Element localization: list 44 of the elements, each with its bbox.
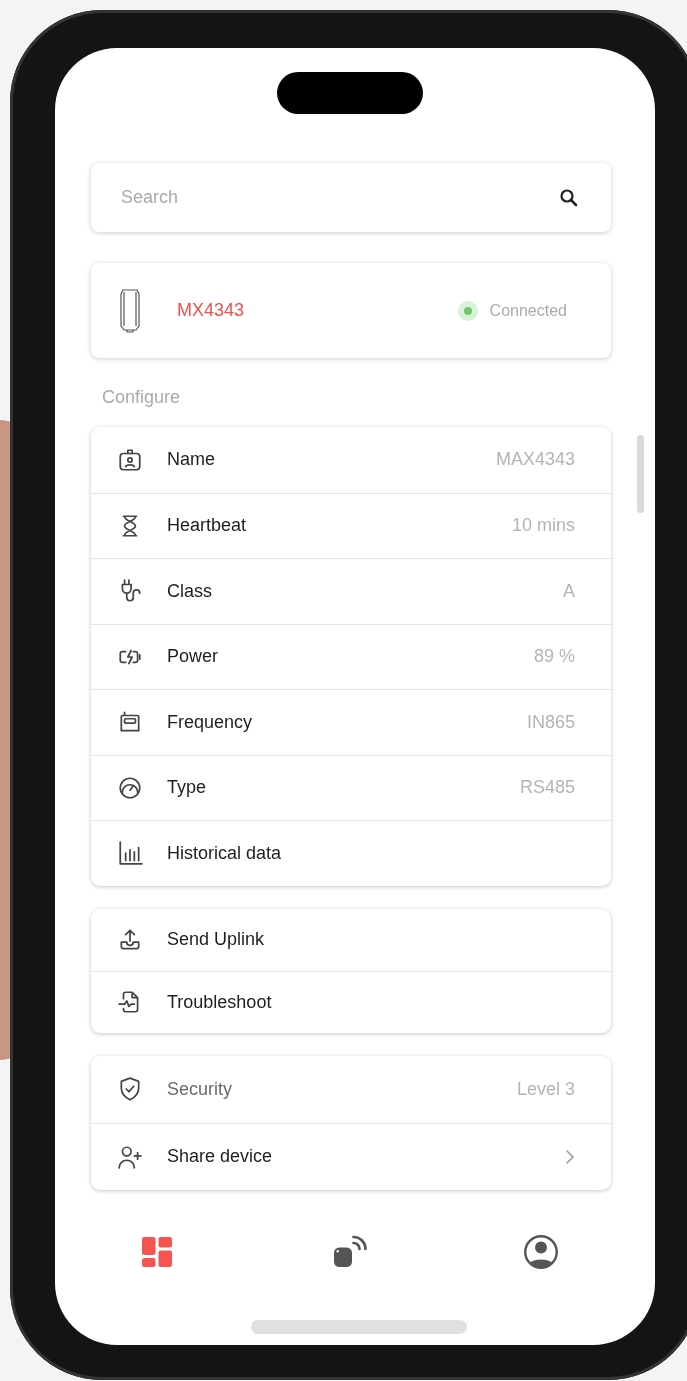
- search-icon: [559, 187, 579, 208]
- setting-label: Power: [167, 646, 220, 668]
- gauge-icon: [117, 774, 143, 801]
- device-card[interactable]: MX4343 Connected: [91, 263, 611, 358]
- setting-label: Send Uplink: [167, 929, 266, 950]
- setting-value: 89 %: [533, 646, 575, 668]
- setting-label: Heartbeat: [167, 515, 248, 537]
- setting-label: Historical data: [167, 842, 283, 864]
- setting-label: Share device: [167, 1146, 274, 1167]
- setting-label: Security: [167, 1078, 234, 1100]
- tab-bar-item[interactable]: [523, 1233, 559, 1270]
- settings-row[interactable]: Power 89 %: [91, 623, 611, 689]
- connection-status: Connected: [489, 301, 567, 320]
- id-badge-icon: [117, 446, 143, 473]
- shield-check-icon: [117, 1076, 143, 1102]
- chevron-right-icon: [565, 1148, 575, 1165]
- settings-row[interactable]: Send Uplink: [91, 908, 611, 971]
- setting-value: A: [563, 580, 575, 602]
- tab-bar-item[interactable]: [331, 1233, 367, 1270]
- account-icon: [523, 1233, 559, 1270]
- settings-row[interactable]: Share device: [91, 1122, 611, 1190]
- setting-value: 10 mins: [511, 515, 575, 537]
- settings-row[interactable]: Historical data: [91, 820, 611, 886]
- settings-row[interactable]: Name MAX4343: [91, 427, 611, 493]
- settings-row[interactable]: Frequency IN865: [91, 689, 611, 755]
- setting-label: Troubleshoot: [167, 991, 273, 1013]
- tracker-signal-icon: [331, 1233, 367, 1270]
- setting-label: Frequency: [167, 711, 254, 733]
- setting-label: Type: [167, 777, 208, 799]
- bar-chart-icon: [117, 840, 143, 867]
- device-icon: [119, 287, 141, 334]
- setting-value: Level 3: [516, 1078, 575, 1100]
- device-name: MX4343: [177, 300, 246, 321]
- section-heading: Configure: [102, 386, 182, 408]
- settings-row[interactable]: Type RS485: [91, 754, 611, 820]
- setting-label: Name: [167, 449, 216, 471]
- add-user-icon: [117, 1143, 143, 1170]
- settings-row[interactable]: Heartbeat 10 mins: [91, 492, 611, 558]
- setting-label: Class: [167, 580, 213, 602]
- setting-value: MAX4343: [495, 449, 575, 471]
- settings-row[interactable]: Troubleshoot: [91, 970, 611, 1033]
- settings-row[interactable]: Class A: [91, 558, 611, 624]
- setting-value: RS485: [519, 777, 575, 799]
- setting-value: IN865: [526, 711, 575, 733]
